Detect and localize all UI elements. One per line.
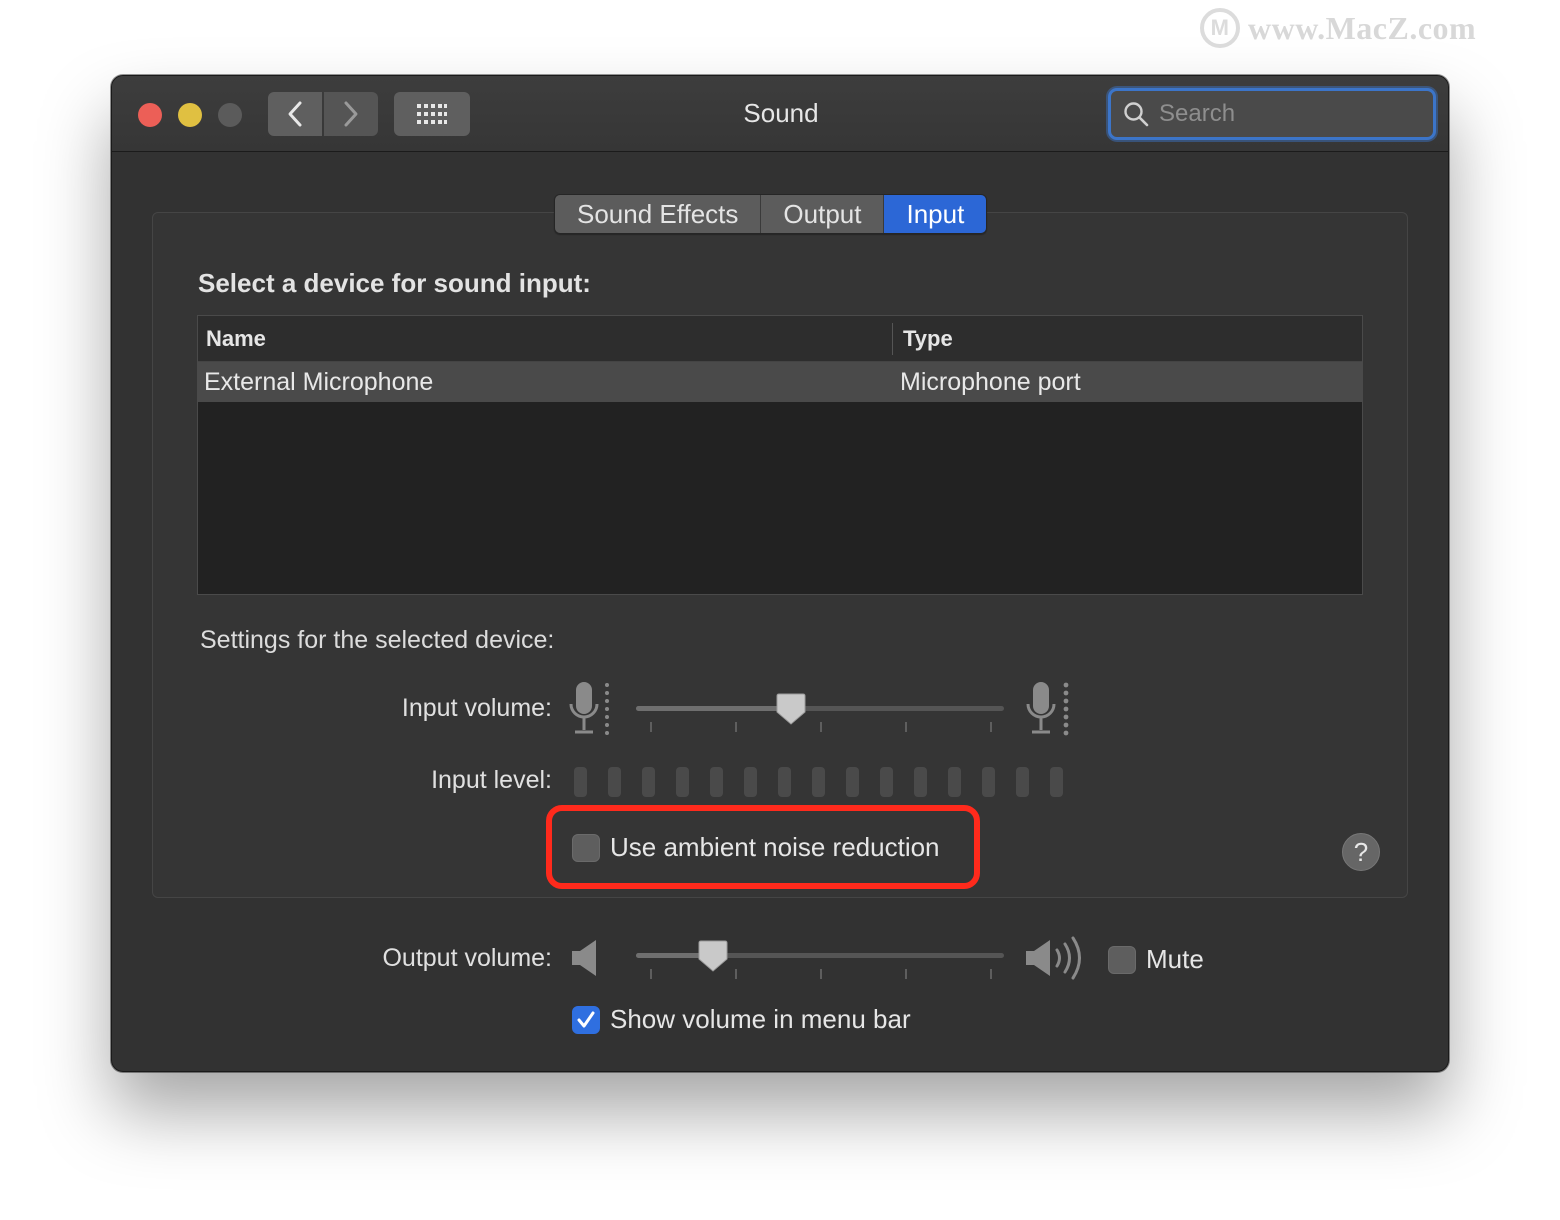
mute-checkbox[interactable] [1108, 945, 1136, 974]
forward-button[interactable] [324, 92, 378, 136]
zoom-button[interactable] [218, 103, 242, 127]
chevron-right-icon [344, 101, 358, 127]
show-all-button[interactable] [394, 92, 470, 136]
slider-tick [650, 722, 652, 732]
tab-bar: Sound Effects Output Input [554, 194, 988, 234]
table-row[interactable]: External Microphone Microphone port [198, 362, 1362, 402]
search-field[interactable] [1108, 88, 1436, 140]
window-title: Sound [743, 98, 819, 128]
output-volume-slider[interactable] [636, 931, 1004, 981]
settings-label: Settings for the selected device: [200, 626, 555, 654]
device-name-cell: External Microphone [204, 367, 434, 396]
watermark: M www.MacZ.com [1200, 8, 1545, 48]
device-select-heading: Select a device for sound input: [198, 268, 591, 298]
tab-sound-effects[interactable]: Sound Effects [555, 195, 762, 233]
watermark-text: www.MacZ.com [1248, 9, 1477, 46]
input-level-segment [812, 767, 825, 797]
table-header: Name Type [198, 316, 1362, 362]
input-level-label: Input level: [431, 766, 552, 794]
input-volume-slider[interactable] [636, 684, 1004, 734]
search-input[interactable] [1159, 100, 1419, 128]
input-level-segment [676, 767, 689, 797]
column-header-name[interactable]: Name [198, 322, 893, 355]
output-volume-label: Output volume: [382, 944, 552, 972]
grid-icon [417, 104, 447, 124]
microphone-low-icon [569, 682, 609, 735]
input-volume-label: Input volume: [401, 694, 552, 722]
slider-tick [905, 722, 907, 732]
sound-preferences-window: Sound Sound Effects Output Input Select … [111, 75, 1449, 1072]
close-button[interactable] [138, 103, 162, 127]
input-device-table: Name Type External Microphone Microphone… [197, 315, 1363, 595]
show-volume-label: Show volume in menu bar [610, 1004, 911, 1034]
search-icon [1124, 102, 1149, 127]
input-volume-ticks [636, 722, 1004, 732]
mute-label: Mute [1146, 944, 1204, 974]
checkmark-icon [577, 1011, 595, 1027]
input-level-segment [574, 767, 587, 797]
titlebar: Sound [112, 76, 1448, 152]
speaker-low-icon [572, 940, 596, 976]
input-level-segment [982, 767, 995, 797]
input-level-segment [608, 767, 621, 797]
help-button[interactable]: ? [1342, 833, 1380, 871]
slider-tick [820, 969, 822, 979]
input-volume-fill [636, 706, 791, 711]
back-button[interactable] [268, 92, 322, 136]
slider-tick [820, 722, 822, 732]
slider-tick [990, 722, 992, 732]
slider-tick [990, 969, 992, 979]
input-level-segment [846, 767, 859, 797]
microphone-high-icon [1026, 682, 1069, 736]
input-volume-knob[interactable] [776, 692, 806, 726]
input-level-segment [744, 767, 757, 797]
tab-input[interactable]: Input [884, 195, 987, 233]
output-volume-ticks [636, 969, 1004, 979]
chevron-left-icon [288, 101, 302, 127]
column-header-type[interactable]: Type [893, 326, 953, 352]
input-level-segment [880, 767, 893, 797]
mute-row[interactable]: Mute [1108, 944, 1204, 975]
show-volume-row[interactable]: Show volume in menu bar [572, 1004, 911, 1035]
tab-output[interactable]: Output [761, 195, 885, 233]
annotation-highlight-box [546, 805, 980, 889]
input-level-segment [778, 767, 791, 797]
input-level-segment [1050, 767, 1063, 797]
input-level-segment [642, 767, 655, 797]
slider-tick [735, 722, 737, 732]
slider-tick [905, 969, 907, 979]
input-level-segment [948, 767, 961, 797]
minimize-button[interactable] [178, 103, 202, 127]
show-volume-checkbox[interactable] [572, 1005, 600, 1034]
input-level-meter [574, 767, 1063, 797]
input-level-segment [914, 767, 927, 797]
device-type-cell: Microphone port [900, 367, 1081, 396]
input-level-segment [710, 767, 723, 797]
speaker-high-icon [1026, 936, 1081, 980]
watermark-logo: M [1200, 8, 1240, 48]
input-level-segment [1016, 767, 1029, 797]
slider-tick [735, 969, 737, 979]
slider-tick [650, 969, 652, 979]
output-volume-knob[interactable] [698, 939, 728, 973]
